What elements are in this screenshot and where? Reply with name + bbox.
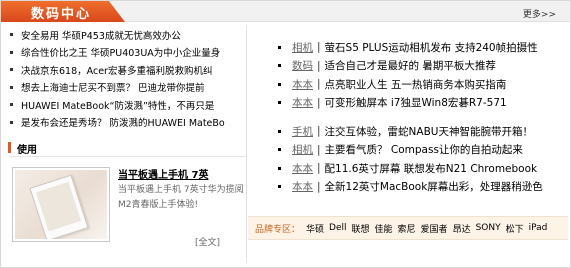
- list-item: 想去上海迪士尼买不到票？ 巴迪龙带你提前: [8, 79, 246, 97]
- category-link[interactable]: 本本: [292, 77, 313, 92]
- bullet-icon: [10, 120, 13, 124]
- category-link[interactable]: 数码: [292, 58, 313, 73]
- category-link[interactable]: 相机: [292, 142, 313, 157]
- left-news-list: 安全易用 华硕P453成就无忧高效办公 综合性价比之王 华硕PU403UA为中小…: [8, 26, 246, 131]
- read-more-link[interactable]: [全文]: [195, 235, 220, 248]
- feature-thumbnail[interactable]: [12, 167, 110, 242]
- news-link[interactable]: 想去上海迪士尼买不到票？ 巴迪龙带你提前: [21, 80, 205, 94]
- news-link[interactable]: 可变形触屏本 i7独显Win8宏碁R7-571: [325, 95, 507, 110]
- brand-link[interactable]: 昂达: [453, 222, 471, 235]
- bullet-icon: [278, 64, 281, 68]
- bullet-icon: [278, 166, 281, 170]
- bullet-icon: [10, 85, 13, 89]
- list-item: 决战京东618，Acer宏碁多重福利脱救购机纠: [8, 61, 246, 79]
- bullet-icon: [10, 33, 13, 37]
- bullet-icon: [10, 103, 13, 107]
- brand-link[interactable]: 佳能: [375, 222, 393, 235]
- news-link[interactable]: 主要看气质？ Compass让你的自拍动起来: [325, 142, 523, 157]
- news-link[interactable]: 配11.6英寸屏幕 联想发布N21 Chromebook: [325, 161, 538, 176]
- separator: |: [317, 180, 321, 193]
- brand-link[interactable]: 联想: [352, 222, 370, 235]
- news-link[interactable]: 萤石S5 PLUS运动相机发布 支持240帧拍摄性: [325, 40, 538, 55]
- category-link[interactable]: 相机: [292, 40, 313, 55]
- category-link[interactable]: 本本: [292, 95, 313, 110]
- list-item: 本本 | 点亮职业人生 五一热销商务本购买指南: [278, 75, 562, 94]
- header-bar: 数码中心 更多>>: [1, 1, 570, 22]
- brand-link[interactable]: Dell: [329, 223, 346, 233]
- bullet-icon: [278, 185, 281, 189]
- separator: |: [317, 125, 321, 138]
- bullet-icon: [278, 129, 281, 133]
- list-item: 数码 | 适合自己才是最好的 暑期平板大推荐: [278, 57, 562, 76]
- bullet-icon: [10, 50, 13, 54]
- separator: |: [317, 41, 321, 54]
- section-divider: [8, 156, 246, 157]
- news-link[interactable]: 适合自己才是最好的 暑期平板大推荐: [325, 58, 496, 73]
- brand-link[interactable]: 华硕: [306, 222, 324, 235]
- bullet-icon: [10, 68, 13, 72]
- list-item: 是发布会还是秀场？ 防泼溅的HUAWEI MateBo: [8, 114, 246, 132]
- section-title: 使用: [17, 145, 37, 156]
- bullet-icon: [278, 45, 281, 49]
- news-link[interactable]: 是发布会还是秀场？ 防泼溅的HUAWEI MateBo: [21, 115, 225, 129]
- module-title: 数码中心: [31, 7, 92, 22]
- list-item: HUAWEI MateBook“防泼溅”特性，不再只是: [8, 96, 246, 114]
- list-item: 安全易用 华硕P453成就无忧高效办公: [8, 26, 246, 44]
- list-item: 相机 | 主要看气质？ Compass让你的自拍动起来: [278, 141, 562, 160]
- section-header: 使用: [8, 141, 246, 156]
- left-news-column: 安全易用 华硕P453成就无忧高效办公 综合性价比之王 华硕PU403UA为中小…: [8, 26, 246, 131]
- bullet-icon: [278, 82, 281, 86]
- category-link[interactable]: 手机: [292, 124, 313, 139]
- more-link[interactable]: 更多>>: [523, 7, 556, 20]
- separator: |: [317, 59, 321, 72]
- news-link[interactable]: 全新12英寸MacBook屏幕出彩，处理器稍逊色: [325, 179, 543, 194]
- list-item: 本本 | 可变形触屏本 i7独显Win8宏碁R7-571: [278, 94, 562, 113]
- brand-zone-label: 品牌专区：: [255, 224, 301, 235]
- brand-link[interactable]: 索尼: [398, 222, 416, 235]
- brand-link[interactable]: iPad: [529, 223, 548, 233]
- list-item: 综合性价比之王 华硕PU403UA为中小企业量身: [8, 44, 246, 62]
- brand-link[interactable]: 松下: [506, 222, 524, 235]
- section-marker-icon: [8, 142, 11, 153]
- brand-link[interactable]: SONY: [476, 223, 501, 233]
- bullet-icon: [278, 148, 281, 152]
- list-item: 本本 | 全新12英寸MacBook屏幕出彩，处理器稍逊色: [278, 178, 562, 197]
- news-link[interactable]: HUAWEI MateBook“防泼溅”特性，不再只是: [21, 98, 214, 112]
- feature-article: 当平板遇上手机 7英 当平板遇上手机 7英寸华为揽阅M2青春版上手体验! [全文…: [12, 162, 244, 248]
- separator: |: [317, 143, 321, 156]
- tablet-photo: [15, 170, 107, 239]
- category-link[interactable]: 本本: [292, 161, 313, 176]
- brand-zone-bar: 品牌专区： 华硕 Dell 联想 佳能 索尼 爱国者 昂达 SONY 松下 iP…: [248, 216, 568, 240]
- feature-description: 当平板遇上手机 7英寸华为揽阅M2青春版上手体验!: [118, 185, 244, 210]
- list-item: 手机 | 注交互体验，雷蛇NABU天神智能腕带开箱！: [278, 122, 562, 141]
- list-item: 相机 | 萤石S5 PLUS运动相机发布 支持240帧拍摄性: [278, 38, 562, 57]
- tablet-image-icon: [29, 174, 89, 239]
- column-divider: [246, 26, 247, 262]
- brand-link[interactable]: 爱国者: [421, 222, 448, 235]
- news-link[interactable]: 注交互体验，雷蛇NABU天神智能腕带开箱！: [325, 124, 533, 139]
- right-news-column: 相机 | 萤石S5 PLUS运动相机发布 支持240帧拍摄性 数码 | 适合自己才是最好…: [278, 38, 562, 196]
- separator: |: [317, 162, 321, 175]
- news-link[interactable]: 综合性价比之王 华硕PU403UA为中小企业量身: [21, 45, 220, 59]
- separator: |: [317, 96, 321, 109]
- news-link[interactable]: 点亮职业人生 五一热销商务本购买指南: [325, 77, 507, 92]
- category-link[interactable]: 本本: [292, 179, 313, 194]
- news-link[interactable]: 决战京东618，Acer宏碁多重福利脱救购机纠: [21, 63, 212, 77]
- bullet-icon: [278, 101, 281, 105]
- news-link[interactable]: 安全易用 华硕P453成就无忧高效办公: [21, 28, 181, 42]
- list-item: 本本 | 配11.6英寸屏幕 联想发布N21 Chromebook: [278, 159, 562, 178]
- feature-title[interactable]: 当平板遇上手机 7英: [118, 166, 208, 181]
- separator: |: [317, 78, 321, 91]
